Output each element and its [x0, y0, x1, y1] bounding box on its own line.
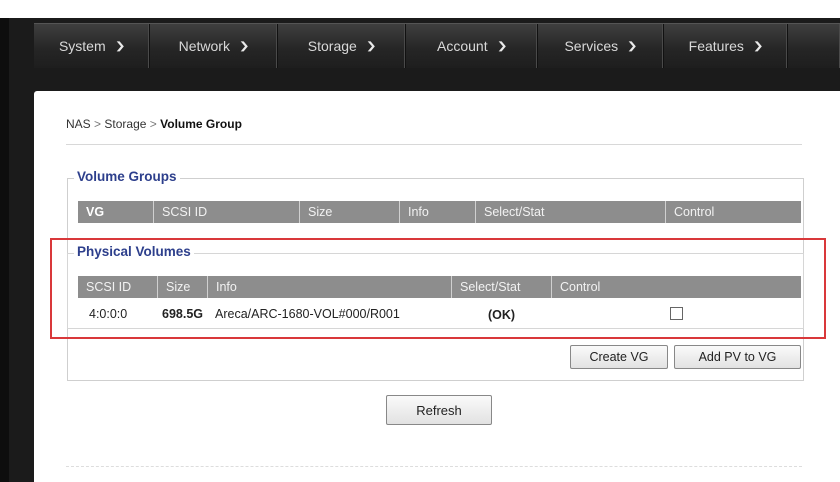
refresh-button[interactable]: Refresh: [386, 395, 492, 425]
col-select-stat: Select/Stat: [476, 201, 666, 223]
nav-services[interactable]: Services ❯: [538, 24, 664, 68]
breadcrumb-storage[interactable]: Storage: [104, 117, 146, 131]
top-cutoff-text: [0, 0, 840, 18]
frame-edge: [0, 18, 9, 482]
divider: [66, 144, 802, 145]
add-pv-to-vg-button[interactable]: Add PV to VG: [674, 345, 801, 369]
nav-network-label: Network: [178, 38, 230, 54]
nav-network[interactable]: Network ❯: [150, 24, 278, 68]
nav-system-label: System: [58, 38, 106, 54]
chevron-down-icon: ❯: [238, 40, 250, 52]
col-control: Control: [674, 205, 715, 219]
chevron-down-icon: ❯: [365, 40, 377, 52]
bottom-divider: [66, 466, 802, 467]
chevron-down-icon: ❯: [752, 40, 764, 52]
breadcrumb-nas[interactable]: NAS: [66, 117, 91, 131]
breadcrumb-separator: >: [149, 117, 157, 131]
breadcrumb: NAS > Storage > Volume Group: [66, 117, 242, 131]
col-info: Info: [400, 201, 476, 223]
nav-services-label: Services: [564, 38, 619, 54]
nav-storage[interactable]: Storage ❯: [278, 24, 406, 68]
volume-groups-table-header: VG SCSI ID Size Info Select/Stat Control: [78, 201, 801, 223]
highlight-box: [50, 238, 826, 339]
nav-account-label: Account: [437, 38, 488, 54]
chevron-down-icon: ❯: [114, 40, 126, 52]
breadcrumb-current: Volume Group: [160, 117, 242, 131]
volume-groups-legend: Volume Groups: [74, 169, 180, 184]
col-size: Size: [300, 201, 400, 223]
main-nav: System ❯ Network ❯ Storage ❯ Account ❯ S…: [34, 23, 840, 68]
nav-more[interactable]: [788, 24, 840, 68]
nav-system[interactable]: System ❯: [34, 24, 150, 68]
nav-features[interactable]: Features ❯: [664, 24, 788, 68]
col-scsi-id: SCSI ID: [154, 201, 300, 223]
nav-storage-label: Storage: [307, 38, 357, 54]
nav-account[interactable]: Account ❯: [406, 24, 538, 68]
chevron-down-icon: ❯: [496, 40, 508, 52]
nav-features-label: Features: [688, 38, 744, 54]
breadcrumb-separator: >: [94, 117, 102, 131]
create-vg-button[interactable]: Create VG: [570, 345, 668, 369]
chevron-down-icon: ❯: [626, 40, 638, 52]
col-vg: VG: [78, 201, 154, 223]
